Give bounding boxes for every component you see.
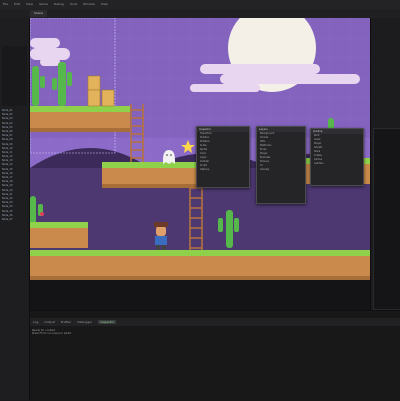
layers-row[interactable]: Overlay — [257, 168, 305, 172]
bottom-tab[interactable]: Debugger — [77, 320, 92, 324]
ground — [30, 250, 370, 310]
console-output: Ready for content Press F5 to run scene i… — [32, 329, 392, 335]
bottom-tab[interactable]: Output — [44, 320, 54, 324]
menu-item[interactable]: Help — [101, 2, 108, 6]
menu-item[interactable]: Edit — [14, 2, 20, 6]
menu-item[interactable]: Debug — [54, 2, 64, 6]
menu-item[interactable]: File — [3, 2, 8, 6]
hierarchy-item[interactable]: Node_27 — [0, 218, 29, 222]
menu-item[interactable]: Game — [39, 2, 48, 6]
menu-item[interactable]: View — [26, 2, 33, 6]
outline-window[interactable]: Outline Root Level Player Ghosts Stars Crates… — [310, 128, 364, 186]
bottom-tab-bar: Log Output Profiler Debugger Inspector — [30, 318, 400, 326]
console-line: Press F5 to run scene in editor — [32, 332, 72, 335]
layers-window[interactable]: Layers Background Clouds Hills Platforms Pro… — [256, 126, 306, 204]
tab-scene[interactable]: Scene — [30, 10, 48, 17]
hierarchy-panel: Node_01 Node_02 Node_03 Node_04 Node_05 Node_… — [0, 18, 30, 400]
bottom-tab[interactable]: Log — [33, 320, 38, 324]
bottom-tab[interactable]: Inspector — [98, 320, 117, 324]
platform-upper-left — [30, 106, 130, 132]
inspector-row[interactable]: Options — [197, 168, 249, 172]
tab-bar — [0, 9, 400, 18]
platform-lower-left — [30, 222, 88, 248]
menu-item[interactable]: Tools — [70, 2, 77, 6]
bottom-tab[interactable]: Profiler — [61, 320, 72, 324]
inspector-window[interactable]: Inspector Transform Position Rotation Scale… — [196, 126, 250, 188]
menu-item[interactable]: Window — [83, 2, 95, 6]
outline-row[interactable]: Ladders — [311, 162, 363, 166]
flower — [40, 212, 44, 216]
properties-panel — [370, 18, 400, 310]
ghost-enemy — [163, 150, 175, 164]
